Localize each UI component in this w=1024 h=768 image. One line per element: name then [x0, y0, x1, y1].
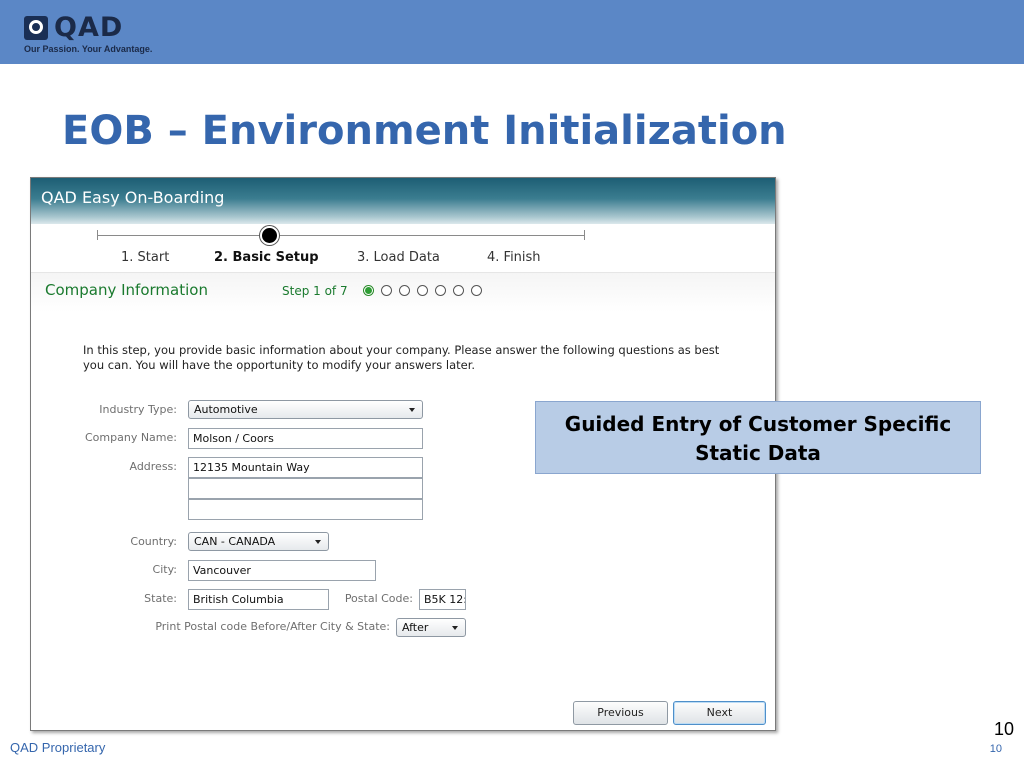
section-header: Company Information Step 1 of 7 — [31, 272, 775, 312]
address-line3-input[interactable] — [188, 499, 423, 520]
state-input[interactable]: British Columbia — [188, 589, 329, 610]
chevron-down-icon — [315, 540, 321, 544]
country-value: CAN - CANADA — [194, 535, 276, 548]
page-number: 10 — [993, 719, 1014, 739]
wizard-step-load-data[interactable]: 3. Load Data — [357, 250, 440, 265]
industry-type-label: Industry Type: — [99, 403, 177, 416]
wizard-step-basic-setup[interactable]: 2. Basic Setup — [214, 250, 319, 265]
substep-dot-3 — [399, 285, 410, 296]
callout-text: Guided Entry of Customer Specific Static… — [564, 412, 952, 465]
qad-logo: QAD Our Passion. Your Advantage. — [20, 12, 160, 60]
industry-type-value: Automotive — [194, 403, 258, 416]
city-label: City: — [152, 563, 177, 576]
logo-text: QAD — [54, 12, 124, 43]
window-header: QAD Easy On-Boarding — [31, 178, 775, 224]
logo-tagline: Our Passion. Your Advantage. — [24, 44, 153, 54]
callout-box: Guided Entry of Customer Specific Static… — [535, 401, 981, 474]
state-label: State: — [144, 592, 177, 605]
chevron-down-icon — [452, 626, 458, 630]
address-line1-input[interactable]: 12135 Mountain Way — [188, 457, 423, 478]
address-label: Address: — [129, 460, 177, 473]
print-postal-value: After — [402, 621, 429, 634]
wizard-steps: 1. Start 2. Basic Setup 3. Load Data 4. … — [31, 224, 775, 272]
wizard-current-step-marker — [260, 226, 279, 245]
substep-dot-7 — [471, 285, 482, 296]
next-button[interactable]: Next — [673, 701, 766, 725]
industry-type-dropdown[interactable]: Automotive — [188, 400, 423, 419]
wizard-step-start[interactable]: 1. Start — [121, 250, 169, 265]
top-banner: QAD Our Passion. Your Advantage. — [0, 0, 1024, 64]
city-input[interactable]: Vancouver — [188, 560, 376, 581]
wizard-line-end-cap — [584, 230, 585, 240]
qad-logo-icon — [24, 16, 48, 40]
section-title: Company Information — [45, 281, 208, 299]
substep-dot-1 — [363, 285, 374, 296]
company-name-input[interactable]: Molson / Coors — [188, 428, 423, 449]
substep-dot-4 — [417, 285, 428, 296]
postal-code-input[interactable]: B5K 12: — [419, 589, 466, 610]
window-title: QAD Easy On-Boarding — [41, 188, 225, 207]
print-postal-dropdown[interactable]: After — [396, 618, 466, 637]
wizard-progress-line — [97, 235, 585, 236]
wizard-line-start-cap — [97, 230, 98, 240]
footer-proprietary: QAD Proprietary — [10, 740, 106, 755]
page-number-footer: 10 — [989, 743, 1002, 755]
substep-counter: Step 1 of 7 — [282, 284, 348, 298]
postal-code-label: Postal Code: — [344, 592, 413, 605]
wizard-step-finish[interactable]: 4. Finish — [487, 250, 541, 265]
chevron-down-icon — [409, 408, 415, 412]
intro-text: In this step, you provide basic informat… — [83, 343, 720, 372]
company-name-label: Company Name: — [85, 431, 177, 444]
substep-dot-6 — [453, 285, 464, 296]
slide-title: EOB – Environment Initialization — [62, 108, 787, 154]
print-postal-label: Print Postal code Before/After City & St… — [155, 620, 390, 633]
previous-button[interactable]: Previous — [573, 701, 668, 725]
country-label: Country: — [130, 535, 177, 548]
substep-dot-2 — [381, 285, 392, 296]
address-line2-input[interactable] — [188, 478, 423, 499]
substep-indicator — [363, 285, 489, 299]
country-dropdown[interactable]: CAN - CANADA — [188, 532, 329, 551]
substep-dot-5 — [435, 285, 446, 296]
